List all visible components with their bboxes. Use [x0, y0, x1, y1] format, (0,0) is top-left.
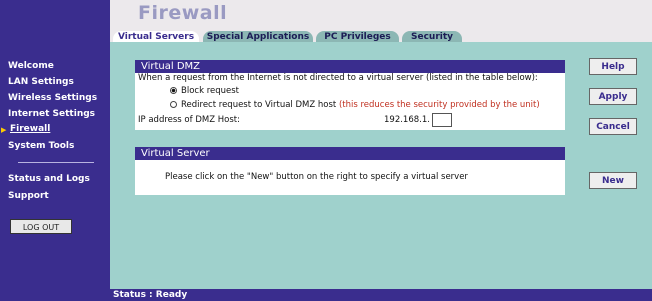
cancel-button[interactable]: Cancel	[589, 118, 637, 135]
status-text: Status : Ready	[113, 290, 188, 300]
sidebar-item-support[interactable]: Support	[8, 191, 49, 201]
radio-redirect-label: Redirect request to Virtual DMZ host	[181, 100, 337, 110]
radio-selected-icon	[170, 87, 177, 94]
radio-block-request[interactable]: Block request	[170, 86, 239, 96]
dmz-ip-input[interactable]	[432, 113, 452, 127]
sidebar-item-wireless-settings[interactable]: Wireless Settings	[8, 93, 97, 103]
dmz-ip-label: IP address of DMZ Host:	[138, 115, 240, 125]
sidebar-item-lan-settings[interactable]: LAN Settings	[8, 77, 74, 87]
virtual-dmz-description: When a request from the Internet is not …	[138, 73, 538, 83]
radio-redirect-request[interactable]: Redirect request to Virtual DMZ host (th…	[170, 100, 540, 110]
status-bar: Status : Ready	[0, 289, 652, 301]
virtual-server-heading: Virtual Server	[135, 147, 565, 160]
logout-button[interactable]: LOG OUT	[10, 219, 72, 234]
sidebar-item-system-tools[interactable]: System Tools	[8, 141, 74, 151]
radio-unselected-icon	[170, 101, 177, 108]
dmz-ip-prefix: 192.168.1.	[384, 115, 430, 125]
radio-block-label: Block request	[181, 86, 240, 96]
help-button[interactable]: Help	[589, 58, 637, 75]
sidebar-item-firewall-label: Firewall	[10, 124, 51, 134]
virtual-dmz-heading: Virtual DMZ	[135, 60, 565, 73]
active-arrow-icon: ▶	[1, 126, 7, 134]
sidebar-item-welcome[interactable]: Welcome	[8, 61, 54, 71]
virtual-server-message: Please click on the "New" button on the …	[165, 172, 468, 182]
sidebar-item-firewall[interactable]: ▶ Firewall	[1, 124, 51, 134]
nav-divider	[18, 162, 94, 163]
apply-button[interactable]: Apply	[589, 88, 637, 105]
redirect-warning: (this reduces the security provided by t…	[338, 100, 540, 110]
sidebar-item-status-and-logs[interactable]: Status and Logs	[8, 174, 90, 184]
page-title: Firewall	[138, 2, 228, 24]
new-button[interactable]: New	[589, 172, 637, 189]
sidebar-item-internet-settings[interactable]: Internet Settings	[8, 109, 95, 119]
sidebar-nav: Welcome LAN Settings Wireless Settings I…	[0, 0, 110, 301]
page-header: Firewall Virtual Servers Special Applica…	[110, 0, 652, 43]
